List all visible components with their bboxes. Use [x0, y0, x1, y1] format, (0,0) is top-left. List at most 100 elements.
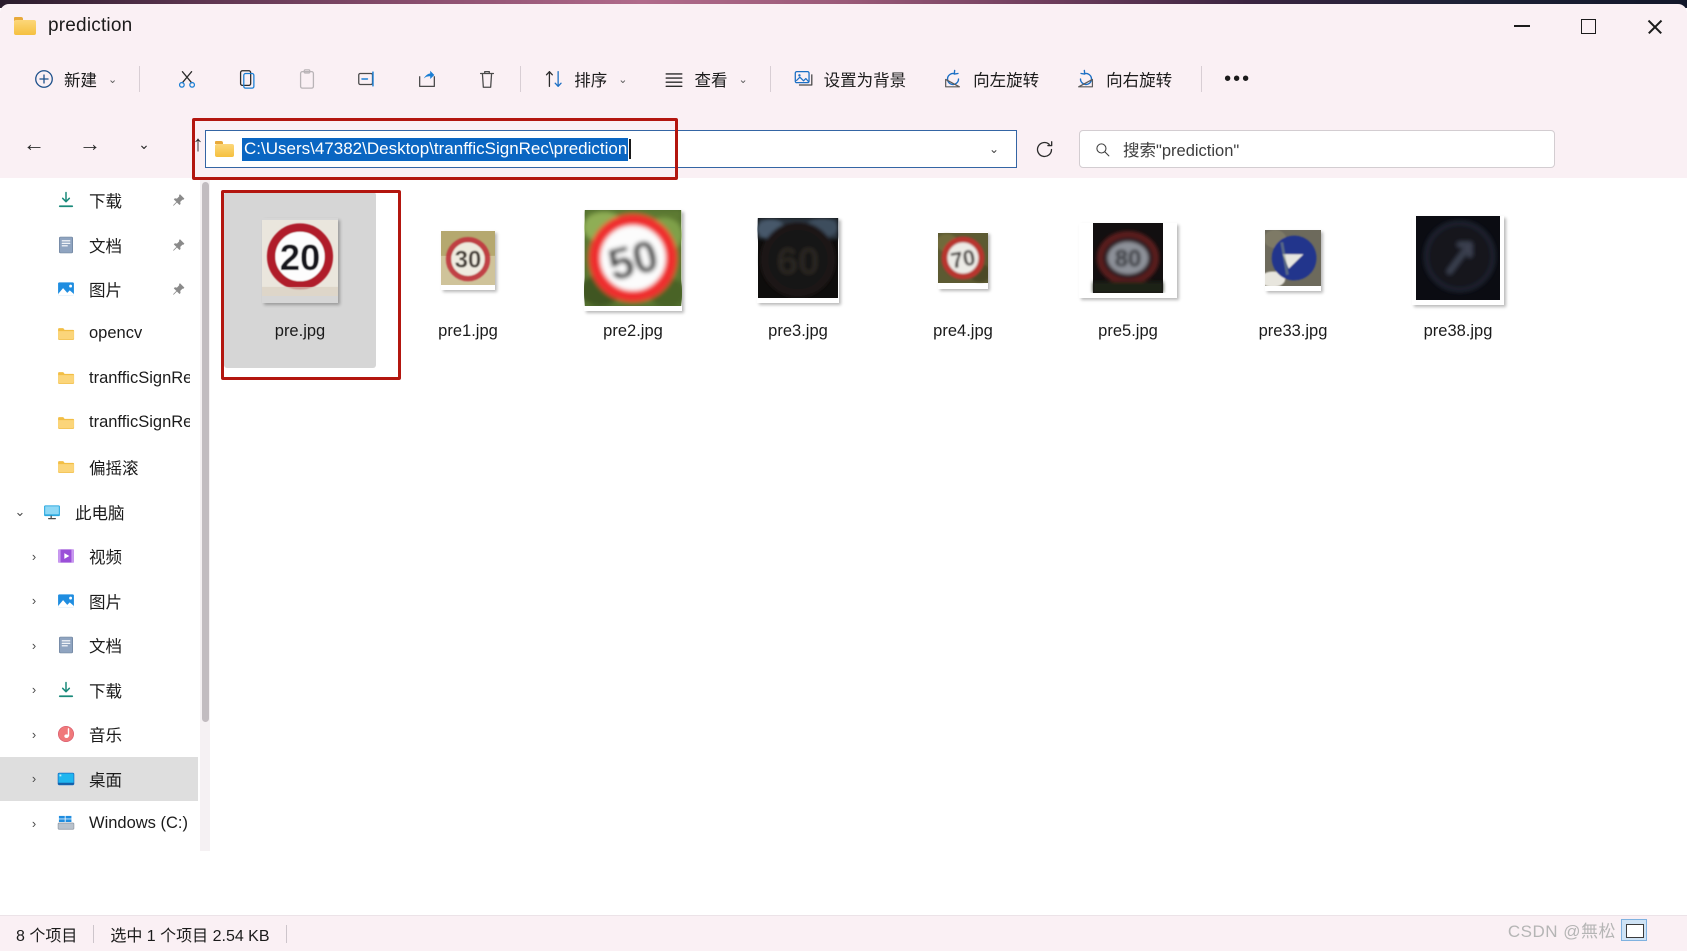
sidebar-item-图片[interactable]: 图片: [0, 267, 198, 312]
expand-chevron-icon[interactable]: ›: [14, 594, 54, 607]
expand-chevron-icon[interactable]: ›: [14, 817, 54, 830]
minimize-button[interactable]: [1489, 4, 1555, 48]
svg-text:60: 60: [777, 240, 820, 283]
view-button[interactable]: 查看 ⌄: [652, 59, 758, 99]
folder-icon: [54, 324, 78, 344]
pin-icon[interactable]: [171, 237, 186, 252]
rename-button[interactable]: [345, 59, 389, 99]
expand-chevron-icon[interactable]: ›: [14, 772, 54, 785]
music-icon: [54, 724, 78, 744]
back-arrow-icon: ←: [23, 133, 45, 155]
sidebar-item-图片[interactable]: › 图片: [0, 579, 198, 624]
address-input-value[interactable]: C:\Users\47382\Desktop\tranfficSignRec\p…: [242, 138, 628, 161]
expand-chevron-icon[interactable]: ›: [14, 683, 54, 696]
close-button[interactable]: [1621, 4, 1687, 48]
sidebar-item-文档[interactable]: › 文档: [0, 623, 198, 668]
sidebar-item-下载[interactable]: › 下载: [0, 668, 198, 713]
sidebar-item-label: 此电脑: [75, 500, 125, 524]
file-tile-inner: 80 pre5.jpg: [1052, 192, 1204, 368]
pin-icon[interactable]: [171, 193, 186, 208]
paste-button[interactable]: [285, 59, 329, 99]
sidebar-item-tranfficSignRe[interactable]: tranfficSignRe: [0, 356, 198, 401]
back-button[interactable]: ←: [16, 126, 52, 162]
copy-button[interactable]: [225, 59, 269, 99]
file-tile-inner: pre33.jpg: [1217, 192, 1369, 368]
file-tile[interactable]: pre33.jpg: [1217, 192, 1369, 368]
delete-button[interactable]: [465, 59, 509, 99]
file-tile[interactable]: pre38.jpg: [1382, 192, 1534, 368]
file-list-view[interactable]: 20 pre.jpg 30 pre1.jpg: [212, 178, 1687, 851]
file-tile[interactable]: 70 pre4.jpg: [887, 192, 1039, 368]
sort-button[interactable]: 排序 ⌄: [532, 59, 638, 99]
pin-icon[interactable]: [171, 237, 186, 252]
file-tile[interactable]: 80 pre5.jpg: [1052, 192, 1204, 368]
title-bar: prediction: [0, 4, 1687, 48]
document-icon: [54, 235, 78, 255]
item-count-label: 8 个项目: [16, 922, 77, 946]
watermark-text: CSDN @無松: [1508, 917, 1616, 942]
navigation-pane[interactable]: 下载 文档 图片 opencv tranfficSignRe tranfficS…: [0, 178, 198, 851]
new-button[interactable]: 新建 ⌄: [22, 59, 128, 99]
status-divider: [93, 925, 94, 943]
collapse-chevron-icon[interactable]: ⌄: [0, 505, 40, 518]
sidebar-item-label: 偏摇滚: [89, 455, 139, 479]
sidebar-item-label: tranfficSignRe: [89, 369, 190, 388]
sidebar-item-偏摇滚[interactable]: 偏摇滚: [0, 445, 198, 490]
file-tile-inner: 30 pre1.jpg: [392, 192, 544, 368]
expand-chevron-icon[interactable]: ›: [14, 550, 54, 563]
thumbnail-image: 50: [584, 210, 682, 306]
file-tile[interactable]: 20 pre.jpg: [224, 192, 376, 368]
refresh-button[interactable]: [1024, 130, 1064, 168]
sidebar-item-label: 视频: [89, 544, 122, 568]
status-bar: 8 个项目 选中 1 个项目 2.54 KB CSDN @無松: [0, 915, 1687, 951]
rotate-left-button[interactable]: 向左旋转: [931, 59, 1050, 99]
file-tile-inner: 60 pre3.jpg: [722, 192, 874, 368]
rotate-right-button[interactable]: 向右旋转: [1064, 59, 1183, 99]
address-bar[interactable]: C:\Users\47382\Desktop\tranfficSignRec\p…: [205, 130, 1017, 168]
close-icon: [1646, 18, 1663, 35]
thumbnail-image: 80: [1079, 223, 1177, 293]
pin-icon[interactable]: [171, 282, 186, 297]
file-thumbnail: 20: [250, 210, 350, 310]
address-dropdown-button[interactable]: ⌄: [972, 131, 1016, 167]
sidebar-item-this-pc[interactable]: ⌄ 此电脑: [0, 490, 198, 535]
sidebar-scrollbar-thumb[interactable]: [202, 182, 209, 722]
pin-icon[interactable]: [171, 193, 186, 208]
search-input[interactable]: 搜索"prediction": [1123, 137, 1239, 161]
forward-button[interactable]: →: [72, 126, 108, 162]
share-icon: [416, 68, 438, 90]
sidebar-item-Windows (C:)[interactable]: › Windows (C:): [0, 801, 198, 846]
cut-button[interactable]: [165, 59, 209, 99]
sidebar-item-文档[interactable]: 文档: [0, 223, 198, 268]
refresh-icon: [1034, 139, 1055, 160]
expand-chevron-icon[interactable]: ›: [14, 639, 54, 652]
scissors-icon: [176, 68, 198, 90]
more-options-button[interactable]: •••: [1213, 59, 1262, 99]
image-bg-icon: [793, 68, 815, 90]
file-tile[interactable]: 30 pre1.jpg: [392, 192, 544, 368]
monitor-icon: [42, 502, 62, 522]
recent-locations-button[interactable]: ⌄: [126, 126, 162, 162]
sidebar-item-视频[interactable]: › 视频: [0, 534, 198, 579]
file-tile[interactable]: 50 pre2.jpg: [557, 192, 709, 368]
sidebar-item-label: 下载: [89, 678, 122, 702]
set-as-background-button[interactable]: 设置为背景: [782, 59, 918, 99]
sidebar-item-label: 下载: [89, 188, 122, 212]
sidebar-item-桌面[interactable]: › 桌面: [0, 757, 198, 802]
folder-icon: [56, 324, 76, 344]
share-button[interactable]: [405, 59, 449, 99]
thumbnail-image-wrapper: 60: [757, 218, 839, 303]
sidebar-item-音乐[interactable]: › 音乐: [0, 712, 198, 757]
folder-icon: [56, 457, 76, 477]
pin-icon[interactable]: [171, 282, 186, 297]
thumbnail-image: [1265, 230, 1321, 286]
document-icon: [54, 635, 78, 655]
file-tile[interactable]: 60 pre3.jpg: [722, 192, 874, 368]
sidebar-item-下载[interactable]: 下载: [0, 178, 198, 223]
search-box[interactable]: 搜索"prediction": [1079, 130, 1555, 168]
sidebar-item-tranfficSignRe[interactable]: tranfficSignRe: [0, 401, 198, 446]
expand-chevron-icon[interactable]: ›: [14, 728, 54, 741]
maximize-button[interactable]: [1555, 4, 1621, 48]
toolbar-divider-2: [520, 66, 521, 92]
sidebar-item-opencv[interactable]: opencv: [0, 312, 198, 357]
